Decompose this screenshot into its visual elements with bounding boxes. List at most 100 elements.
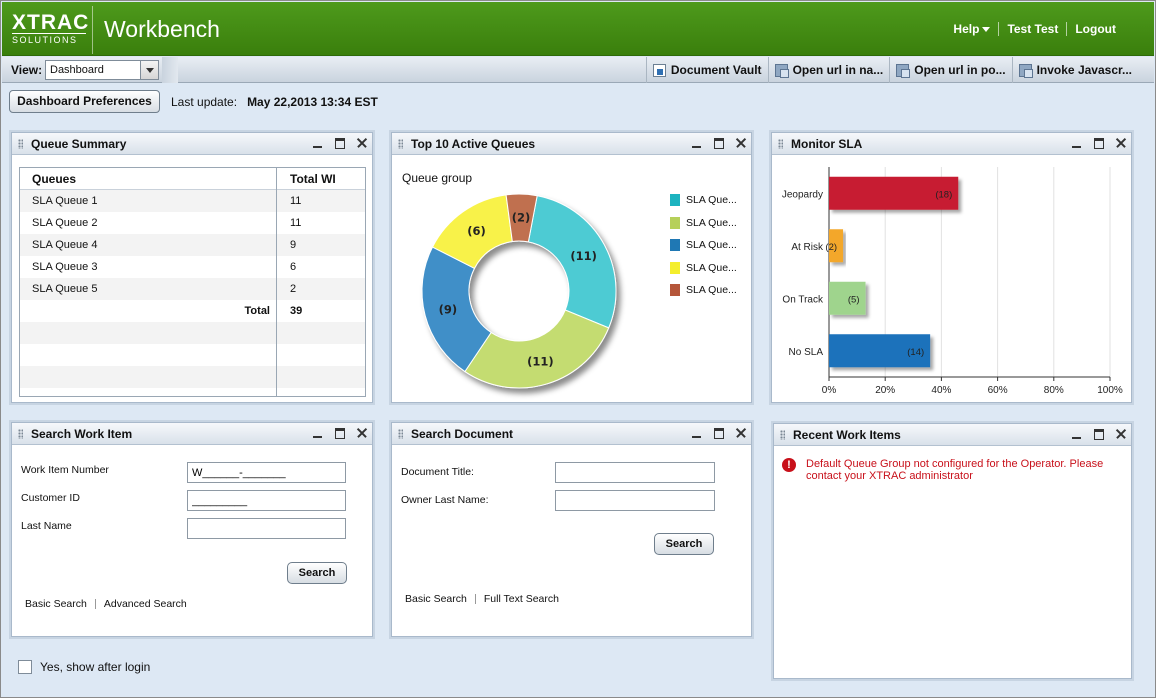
open-url-popup-button[interactable]: Open url in po... — [889, 57, 1011, 83]
minimize-icon[interactable] — [689, 135, 705, 151]
search-work-item-button[interactable]: Search — [287, 562, 347, 584]
show-after-login-checkbox[interactable] — [18, 660, 32, 674]
view-select[interactable]: Dashboard — [45, 60, 159, 80]
show-after-login-option[interactable]: Yes, show after login — [18, 660, 150, 674]
logo-subtitle: SOLUTIONS — [12, 33, 86, 45]
maximize-icon[interactable] — [332, 135, 348, 151]
legend-swatch — [670, 239, 680, 251]
queue-total: 11 — [290, 195, 302, 207]
maximize-icon[interactable] — [1091, 426, 1107, 442]
minimize-icon[interactable] — [689, 425, 705, 441]
bar-value-label: (5) — [848, 294, 860, 305]
table-row[interactable]: SLA Queue 2 11 — [20, 212, 365, 234]
maximize-icon[interactable] — [1091, 135, 1107, 151]
document-vault-button[interactable]: Document Vault — [645, 57, 768, 83]
legend-swatch — [670, 216, 680, 229]
minimize-icon[interactable] — [310, 425, 326, 441]
close-icon[interactable] — [1113, 426, 1129, 442]
panel-body: ! Default Queue Group not configured for… — [774, 446, 1131, 678]
slice-label: (11) — [570, 249, 597, 263]
panel-title: Top 10 Active Queues — [411, 137, 536, 151]
error-icon: ! — [782, 458, 796, 472]
donut-slice[interactable] — [464, 309, 610, 389]
column-header-total[interactable]: Total WI — [290, 172, 336, 186]
queue-total: 11 — [290, 217, 302, 229]
panel-title: Queue Summary — [31, 137, 127, 151]
legend-text: SLA Que... — [686, 239, 737, 251]
panel-header: Search Work Item — [12, 423, 372, 445]
app-header: XTRAC SOLUTIONS Workbench Help Test Test… — [2, 2, 1154, 56]
category-label: No SLA — [789, 347, 824, 358]
panel-header: Top 10 Active Queues — [392, 133, 751, 155]
table-row[interactable]: SLA Queue 3 6 — [20, 256, 365, 278]
window-icon — [774, 63, 789, 78]
document-title-input[interactable] — [555, 462, 715, 483]
owner-last-name-input[interactable] — [555, 490, 715, 511]
search-document-panel: Search Document Document Title: Owner La… — [391, 422, 752, 637]
panel-body: Queues Total WI SLA Queue 1 11 SLA Queue … — [12, 155, 372, 402]
drag-handle-icon[interactable] — [398, 139, 403, 149]
minimize-icon[interactable] — [310, 135, 326, 151]
close-icon[interactable] — [354, 135, 370, 151]
recent-work-items-panel: Recent Work Items ! Default Queue Group … — [773, 423, 1132, 679]
table-header-row: Queues Total WI — [20, 168, 365, 190]
basic-search-link[interactable]: Basic Search — [405, 593, 467, 605]
maximize-icon[interactable] — [711, 425, 727, 441]
drag-handle-icon[interactable] — [18, 429, 23, 439]
close-icon[interactable] — [733, 135, 749, 151]
bar-value-label: (18) — [935, 189, 952, 200]
drag-handle-icon[interactable] — [398, 429, 403, 439]
document-icon — [652, 63, 666, 77]
invoke-javascript-button[interactable]: Invoke Javascr... — [1011, 57, 1138, 83]
bar-value-label: (2) — [825, 242, 837, 253]
legend-swatch — [670, 261, 680, 274]
toolbar-action-label: Invoke Javascr... — [1036, 63, 1132, 77]
toolbar-actions: Document Vault Open url in na... Open ur… — [645, 57, 1138, 83]
minimize-icon[interactable] — [1069, 135, 1085, 151]
help-label: Help — [953, 22, 980, 36]
x-tick-label: 40% — [931, 385, 951, 396]
chevron-down-icon — [982, 27, 991, 33]
drag-handle-icon[interactable] — [778, 139, 783, 149]
search-document-button[interactable]: Search — [654, 533, 714, 555]
table-row[interactable]: SLA Queue 1 11 — [20, 190, 365, 212]
help-menu[interactable]: Help — [945, 22, 998, 36]
table-row[interactable]: SLA Queue 5 2 — [20, 278, 365, 300]
work-item-number-input[interactable] — [187, 462, 346, 483]
app-window: XTRAC SOLUTIONS Workbench Help Test Test… — [0, 0, 1156, 698]
panel-body: Document Title: Owner Last Name: Search … — [392, 445, 751, 636]
dropdown-arrow-icon[interactable] — [140, 61, 158, 79]
queue-total: 6 — [290, 261, 297, 273]
customer-id-input[interactable] — [187, 490, 346, 511]
legend-swatch — [670, 194, 680, 206]
slice-label: (9) — [439, 303, 458, 317]
open-url-new-button[interactable]: Open url in na... — [767, 57, 890, 83]
table-row[interactable]: SLA Queue 4 9 — [20, 234, 365, 256]
maximize-icon[interactable] — [711, 135, 727, 151]
logout-link[interactable]: Logout — [1067, 22, 1124, 36]
dashboard-preferences-button[interactable]: Dashboard Preferences — [9, 90, 160, 113]
basic-search-link[interactable]: Basic Search — [25, 598, 87, 610]
legend-text: SLA Que... — [686, 284, 737, 296]
drag-handle-icon[interactable] — [18, 139, 23, 149]
close-icon[interactable] — [733, 425, 749, 441]
slice-label: (2) — [512, 211, 531, 225]
close-icon[interactable] — [354, 425, 370, 441]
advanced-search-link[interactable]: Advanced Search — [104, 598, 187, 610]
legend-text: SLA Que... — [686, 216, 737, 229]
document-title-label: Document Title: — [401, 466, 474, 478]
full-text-search-link[interactable]: Full Text Search — [484, 593, 559, 605]
close-icon[interactable] — [1113, 135, 1129, 151]
x-tick-label: 0% — [822, 385, 837, 396]
minimize-icon[interactable] — [1069, 426, 1085, 442]
user-name-link[interactable]: Test Test — [999, 22, 1066, 36]
slice-label: (6) — [467, 224, 486, 238]
drag-handle-icon[interactable] — [780, 430, 785, 440]
legend-swatch — [670, 284, 680, 296]
xtrac-logo: XTRAC SOLUTIONS — [12, 12, 88, 45]
panel-header: Monitor SLA — [772, 133, 1131, 155]
maximize-icon[interactable] — [332, 425, 348, 441]
show-after-login-label: Yes, show after login — [40, 660, 151, 674]
column-header-queues[interactable]: Queues — [32, 172, 76, 186]
last-name-input[interactable] — [187, 518, 346, 539]
